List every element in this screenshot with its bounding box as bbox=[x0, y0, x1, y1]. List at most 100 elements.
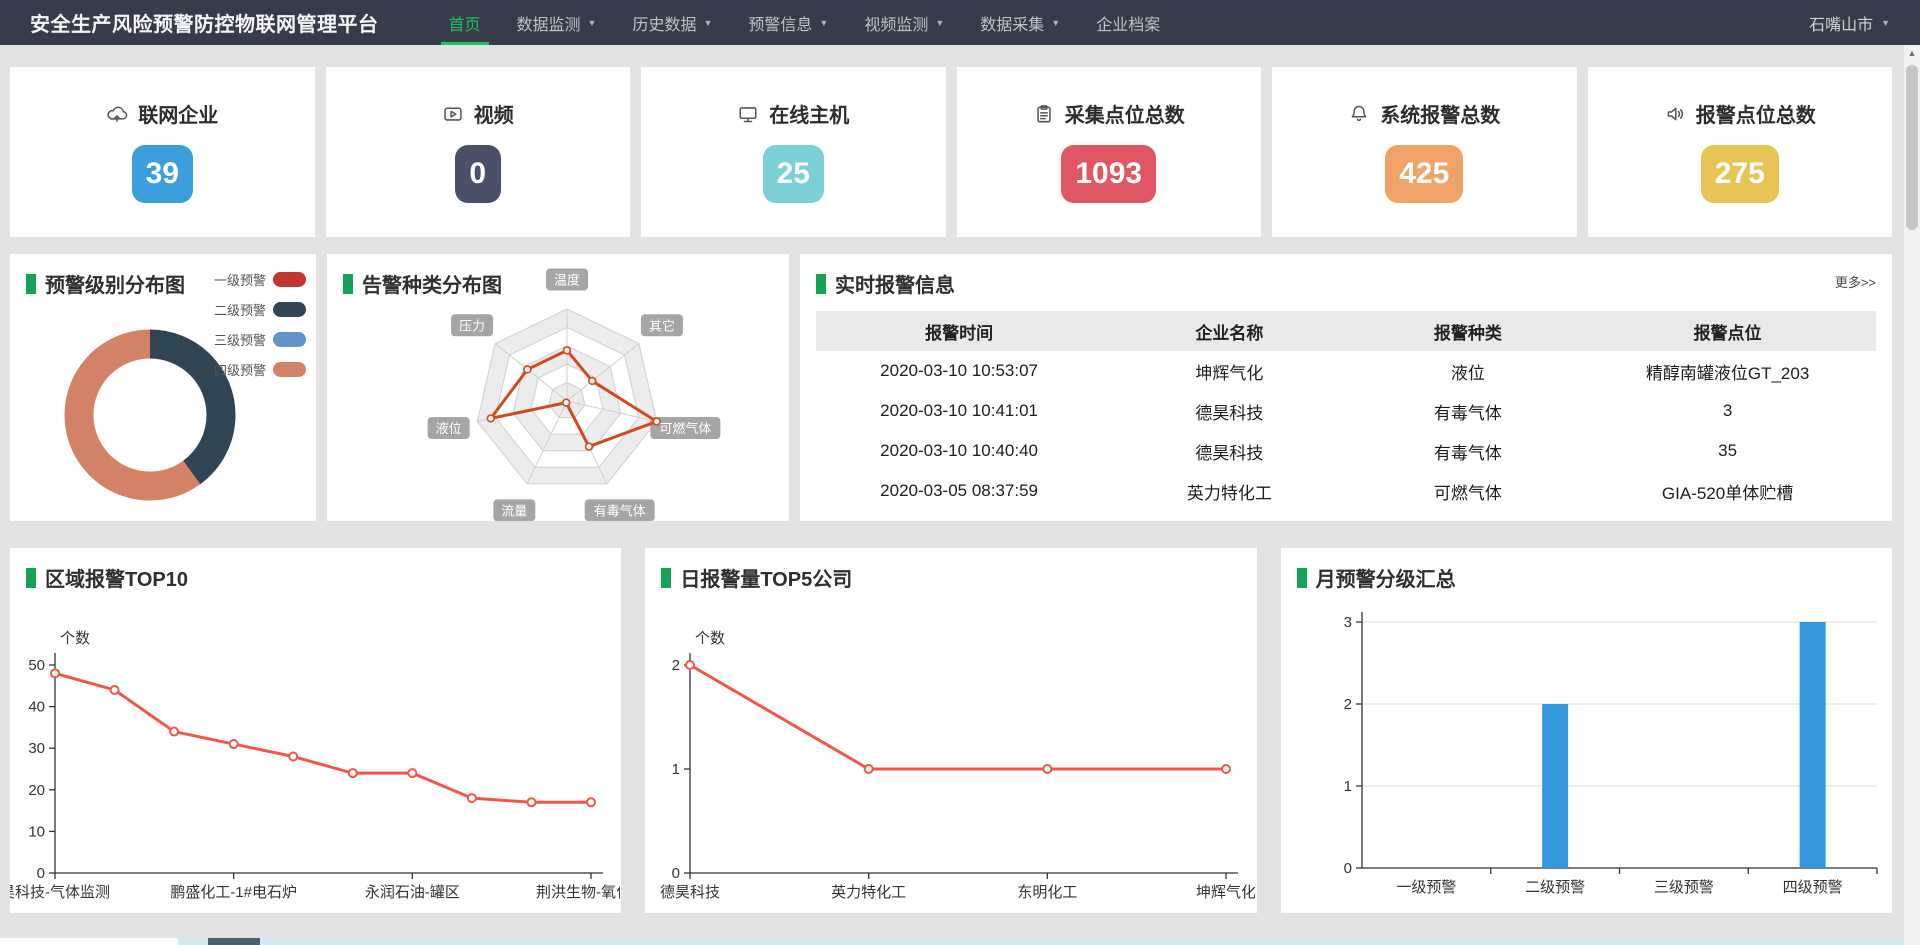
monthly-summary-bar-chart[interactable]: 0123一级预警二级预警三级预警四级预警 bbox=[1281, 548, 1892, 913]
legend-swatch bbox=[273, 332, 306, 347]
title-marker bbox=[26, 274, 36, 294]
stat-value-badge: 25 bbox=[763, 145, 824, 203]
alarm-cell: 有毒气体 bbox=[1357, 439, 1580, 464]
svg-text:2: 2 bbox=[672, 657, 680, 674]
alarm-table-body: 2020-03-10 10:53:07坤辉气化液位精醇南罐液位GT_203202… bbox=[816, 351, 1876, 511]
title-marker bbox=[816, 274, 826, 294]
stat-card-联网企业: 联网企业 39 bbox=[10, 67, 315, 237]
daily-top5-line-chart[interactable]: 012个数德昊科技英力特化工东明化工坤辉气化 bbox=[645, 548, 1255, 913]
nav-item-企业档案[interactable]: 企业档案 bbox=[1078, 0, 1178, 45]
nav-item-数据监测[interactable]: 数据监测▼ bbox=[499, 0, 615, 45]
alarm-col-header: 报警点位 bbox=[1579, 319, 1876, 344]
legend-label: 二级预警 bbox=[214, 300, 266, 319]
svg-text:压力: 压力 bbox=[459, 318, 485, 333]
stat-card-head: 系统报警总数 bbox=[1348, 99, 1500, 128]
stat-value-badge: 39 bbox=[132, 145, 193, 203]
region-selector[interactable]: 石嘴山市 ▼ bbox=[1809, 11, 1890, 35]
svg-text:坤辉气化: 坤辉气化 bbox=[1196, 884, 1255, 901]
svg-text:个数: 个数 bbox=[60, 630, 90, 647]
legend-label: 三级预警 bbox=[214, 330, 266, 349]
legend-item-四级预警[interactable]: 四级预警 bbox=[214, 360, 306, 379]
stat-card-head: 报警点位总数 bbox=[1664, 99, 1816, 128]
table-row[interactable]: 2020-03-10 10:41:01德昊科技有毒气体3 bbox=[816, 391, 1876, 431]
page-scrollbar[interactable]: ▲ bbox=[1904, 45, 1920, 945]
svg-text:1: 1 bbox=[672, 761, 680, 778]
donut-legend: 一级预警二级预警三级预警四级预警 bbox=[214, 270, 306, 390]
nav-item-视频监测[interactable]: 视频监测▼ bbox=[846, 0, 962, 45]
svg-text:0: 0 bbox=[1343, 860, 1351, 877]
stat-label: 联网企业 bbox=[138, 99, 218, 128]
nav-menu: 首页数据监测▼历史数据▼预警信息▼视频监测▼数据采集▼企业档案 bbox=[431, 0, 1179, 45]
svg-text:50: 50 bbox=[28, 657, 45, 674]
region-top10-line-chart[interactable]: 01020304050个数昊科技-气体监测鹏盛化工-1#电石炉永润石油-罐区荆洪… bbox=[10, 548, 620, 913]
panel-realtime-alarms: 实时报警信息 更多>> 报警时间企业名称报警种类报警点位 2020-03-10 … bbox=[800, 254, 1892, 521]
stat-value-badge: 1093 bbox=[1061, 145, 1156, 203]
alarm-table: 报警时间企业名称报警种类报警点位 2020-03-10 10:53:07坤辉气化… bbox=[816, 311, 1876, 511]
stat-label: 系统报警总数 bbox=[1380, 99, 1500, 128]
stat-card-head: 在线主机 bbox=[737, 99, 849, 128]
legend-swatch bbox=[273, 302, 306, 317]
svg-text:液位: 液位 bbox=[436, 421, 462, 436]
table-row[interactable]: 2020-03-10 10:53:07坤辉气化液位精醇南罐液位GT_203 bbox=[816, 351, 1876, 391]
panel-warning-level: 预警级别分布图 一级预警二级预警三级预警四级预警 bbox=[10, 254, 316, 521]
svg-text:30: 30 bbox=[28, 740, 45, 757]
svg-text:德昊科技: 德昊科技 bbox=[660, 883, 720, 901]
nav-item-历史数据[interactable]: 历史数据▼ bbox=[614, 0, 730, 45]
app-title: 安全生产风险预警防控物联网管理平台 bbox=[30, 8, 379, 37]
panel-alarm-type: 告警种类分布图 温度其它可燃气体有毒气体流量液位压力 bbox=[327, 254, 789, 521]
scroll-up-icon[interactable]: ▲ bbox=[1904, 45, 1920, 61]
region-label: 石嘴山市 bbox=[1809, 11, 1873, 35]
stat-card-报警点位总数: 报警点位总数 275 bbox=[1588, 67, 1893, 237]
stat-card-head: 联网企业 bbox=[106, 99, 218, 128]
legend-label: 一级预警 bbox=[214, 270, 266, 289]
legend-swatch bbox=[273, 362, 306, 377]
svg-text:流量: 流量 bbox=[501, 503, 527, 518]
legend-item-一级预警[interactable]: 一级预警 bbox=[214, 270, 306, 289]
alarm-cell: GIA-520单体贮槽 bbox=[1579, 479, 1876, 504]
panel-monthly-summary-title: 月预警分级汇总 bbox=[1281, 548, 1892, 592]
alarm-col-header: 报警种类 bbox=[1357, 319, 1580, 344]
stat-label: 视频 bbox=[474, 99, 514, 128]
stat-value-badge: 425 bbox=[1385, 145, 1463, 203]
panel-monthly-summary: 月预警分级汇总 0123一级预警二级预警三级预警四级预警 bbox=[1281, 548, 1892, 913]
alarm-cell: 德昊科技 bbox=[1102, 439, 1356, 464]
stat-label: 在线主机 bbox=[769, 99, 849, 128]
alarm-cell: 液位 bbox=[1357, 359, 1580, 384]
alarm-col-header: 报警时间 bbox=[816, 319, 1102, 344]
stat-label: 报警点位总数 bbox=[1696, 99, 1816, 128]
svg-text:三级预警: 三级预警 bbox=[1654, 879, 1714, 896]
legend-item-二级预警[interactable]: 二级预警 bbox=[214, 300, 306, 319]
svg-text:有毒气体: 有毒气体 bbox=[594, 503, 646, 518]
svg-text:鹏盛化工-1#电石炉: 鹏盛化工-1#电石炉 bbox=[170, 884, 297, 901]
stat-label: 采集点位总数 bbox=[1065, 99, 1185, 128]
legend-item-三级预警[interactable]: 三级预警 bbox=[214, 330, 306, 349]
panel-daily-top5-title: 日报警量TOP5公司 bbox=[645, 548, 1256, 592]
footer-segment bbox=[0, 938, 178, 945]
nav-item-首页[interactable]: 首页 bbox=[431, 0, 499, 45]
title-marker bbox=[1297, 568, 1307, 588]
svg-text:四级预警: 四级预警 bbox=[1782, 879, 1842, 896]
nav-item-label: 预警信息 bbox=[748, 11, 812, 35]
svg-text:昊科技-气体监测: 昊科技-气体监测 bbox=[10, 884, 110, 901]
table-row[interactable]: 2020-03-05 08:37:59英力特化工可燃气体GIA-520单体贮槽 bbox=[816, 471, 1876, 511]
nav-item-数据采集[interactable]: 数据采集▼ bbox=[962, 0, 1078, 45]
svg-text:20: 20 bbox=[28, 782, 45, 799]
stat-value-badge: 275 bbox=[1701, 145, 1779, 203]
table-row[interactable]: 2020-03-10 10:40:40德昊科技有毒气体35 bbox=[816, 431, 1876, 471]
top-nav: 安全生产风险预警防控物联网管理平台 首页数据监测▼历史数据▼预警信息▼视频监测▼… bbox=[0, 0, 1920, 45]
stat-card-head: 视频 bbox=[442, 99, 514, 128]
scrollbar-thumb[interactable] bbox=[1906, 65, 1918, 230]
svg-text:0: 0 bbox=[37, 865, 45, 882]
panel-realtime-alarms-title: 实时报警信息 bbox=[800, 254, 1892, 298]
svg-text:3: 3 bbox=[1343, 614, 1351, 631]
more-link[interactable]: 更多>> bbox=[1835, 272, 1876, 291]
alarm-cell: 2020-03-05 08:37:59 bbox=[816, 481, 1102, 501]
panel-alarm-type-title: 告警种类分布图 bbox=[327, 254, 789, 298]
alarm-cell: 可燃气体 bbox=[1357, 479, 1580, 504]
legend-label: 四级预警 bbox=[214, 360, 266, 379]
cloud-icon bbox=[106, 103, 128, 125]
chevron-down-icon: ▼ bbox=[588, 18, 597, 28]
svg-text:2: 2 bbox=[1343, 696, 1351, 713]
nav-item-预警信息[interactable]: 预警信息▼ bbox=[730, 0, 846, 45]
title-marker bbox=[343, 274, 353, 294]
